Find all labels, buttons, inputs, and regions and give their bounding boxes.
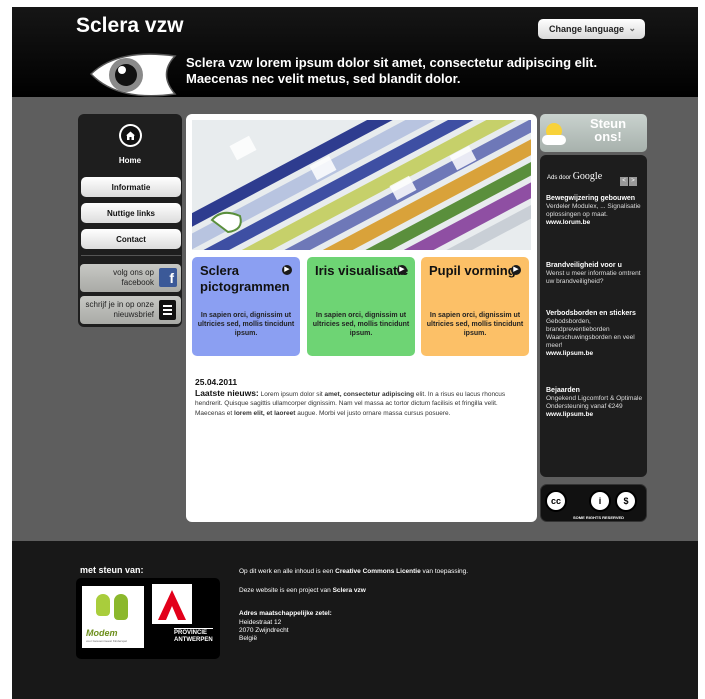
ad-title: Bewegwijzering gebouwen (546, 195, 636, 202)
creative-commons-badge[interactable]: cc i $ SOME RIGHTS RESERVED (540, 484, 647, 522)
modem-subtitle: voor Gewoonmeest Kinderspel (86, 639, 128, 643)
ads-navigation: < > (619, 169, 637, 187)
news-lead: Laatste nieuws: (195, 388, 259, 398)
newsletter-button[interactable]: schrijf je in op onze nieuwsbrief (80, 296, 181, 324)
steun-ons-label: Steun ons! (589, 116, 627, 144)
met-steun-label: met steun van: (80, 565, 144, 575)
ad-title: Brandveiligheid voor u (546, 262, 622, 269)
nav-nuttige-links[interactable]: Nuttige links (81, 203, 181, 223)
hero-image (192, 120, 531, 250)
chevron-down-icon: ⌄ (628, 23, 636, 33)
noncommercial-icon: $ (615, 490, 637, 512)
ad-item[interactable]: Bewegwijzering gebouwen Verdeler Modulex… (546, 195, 644, 227)
arrow-right-icon: ▶ (511, 265, 521, 275)
cloud-icon (542, 135, 566, 145)
page-frame: Sclera vzw Change language ⌄ Sclera vzw … (12, 7, 698, 699)
ads-prev-button[interactable]: < (620, 177, 628, 186)
news-date: 25.04.2011 (195, 377, 238, 387)
home-link[interactable]: Home (78, 156, 182, 165)
tile-iris-visualisatie[interactable]: Iris visualisatie ▶ In sapien orci, dign… (307, 257, 415, 356)
address-line-3: België (239, 635, 258, 642)
ad-text: Ongekend Ligcomfort & Optimale Ondersteu… (546, 395, 643, 410)
news-bold-2: lorem elit, et laoreet (234, 409, 296, 417)
arrow-right-icon: ▶ (397, 265, 407, 275)
ad-url: www.lipsum.be (546, 411, 594, 418)
antwerpen-label: ANTWERPEN (174, 637, 213, 643)
some-rights-reserved: SOME RIGHTS RESERVED (573, 515, 625, 520)
facebook-icon: f (159, 268, 177, 287)
ad-item[interactable]: Verbodsborden en stickers Gebodsborden, … (546, 310, 644, 358)
nav-divider (81, 255, 181, 256)
news-text-1: Lorem ipsum dolor sit (258, 391, 325, 398)
provincie-mark-icon (158, 590, 186, 620)
nav-informatie[interactable]: Informatie (81, 177, 181, 197)
project-statement: Deze website is een project van Sclera v… (239, 587, 366, 594)
ads-by-label: Ads door (547, 175, 572, 181)
attribution-icon: i (589, 490, 611, 512)
address-line-1: Heidestraat 12 (239, 619, 282, 626)
newsletter-label: schrijf je in op onze nieuwsbrief (85, 300, 154, 319)
arrow-right-icon: ▶ (282, 265, 292, 275)
cc-icon: cc (545, 490, 567, 512)
ad-title: Verbodsborden en stickers (546, 310, 636, 317)
ad-title: Bejaarden (546, 387, 580, 394)
home-icon[interactable] (119, 124, 142, 147)
footer: met steun van: Modem voor Gewoonmeest Ki… (12, 541, 698, 699)
change-language-button[interactable]: Change language ⌄ (538, 19, 645, 39)
ad-text: Verdeler Modulex, ... Signalisatie oplos… (546, 203, 641, 218)
site-title[interactable]: Sclera vzw (76, 14, 183, 38)
tile-pupil-vorming[interactable]: Pupil vorming ▶ In sapien orci, dignissi… (421, 257, 529, 356)
change-language-label: Change language (549, 24, 625, 34)
newsletter-icon (159, 300, 176, 320)
google-logo[interactable]: Google (573, 171, 602, 182)
partner-logos: Modem voor Gewoonmeest Kinderspel PROVIN… (76, 578, 220, 659)
ad-text: Wenst u meer informatie omtrent uw brand… (546, 270, 641, 285)
sclera-link[interactable]: Sclera vzw (333, 587, 366, 594)
nav-contact[interactable]: Contact (81, 229, 181, 249)
news-bold-1: amet, consectetur adipiscing (324, 391, 415, 398)
ad-item[interactable]: Brandveiligheid voor u Wenst u meer info… (546, 262, 644, 286)
address-line-2: 2070 Zwijndrecht (239, 627, 289, 634)
tile-title: Iris visualisatie (315, 263, 409, 278)
address-title: Adres maatschappelijke zetel: (239, 610, 332, 617)
facebook-label: volg ons op facebook (113, 268, 154, 287)
provincie-label: PROVINCIE (174, 630, 208, 636)
ads-next-button[interactable]: > (629, 177, 637, 186)
tile-text: In sapien orci, dignissim ut ultricies s… (426, 312, 524, 337)
license-link[interactable]: Creative Commons Licentie (335, 568, 421, 575)
tile-title: Pupil vorming (429, 263, 516, 278)
ad-text: Gebodsborden, brandpreventieborden Waars… (546, 318, 635, 349)
license-statement: Op dit werk en alle inhoud is een Creati… (239, 568, 469, 575)
modem-logo[interactable]: Modem voor Gewoonmeest Kinderspel (82, 586, 144, 648)
ad-url: www.lorum.be (546, 219, 591, 226)
tagline: Sclera vzw lorem ipsum dolor sit amet, c… (186, 55, 598, 86)
provincie-antwerpen-logo[interactable]: PROVINCIE ANTWERPEN (152, 584, 213, 649)
facebook-button[interactable]: volg ons op facebook f (80, 264, 181, 292)
left-navigation: Home Informatie Nuttige links Contact vo… (78, 114, 182, 327)
news-text: Laatste nieuws: Lorem ipsum dolor sit am… (195, 388, 529, 418)
news-text-3: augue. Morbi vel justo ornare massa curs… (295, 409, 451, 417)
eye-logo[interactable] (88, 48, 178, 100)
house-icon (126, 131, 135, 140)
steun-ons-button[interactable]: Steun ons! (540, 114, 647, 152)
ad-url: www.lipsum.be (546, 350, 594, 357)
ads-header: Ads door Google (547, 171, 602, 182)
main-content: Sclera pictogrammen ▶ In sapien orci, di… (186, 114, 537, 522)
ads-panel: Ads door Google < > Bewegwijzering gebouw… (540, 155, 647, 477)
ad-item[interactable]: Bejaarden Ongekend Ligcomfort & Optimale… (546, 387, 644, 419)
tile-sclera-pictogrammen[interactable]: Sclera pictogrammen ▶ In sapien orci, di… (192, 257, 300, 356)
tile-text: In sapien orci, dignissim ut ultricies s… (197, 312, 295, 337)
tile-text: In sapien orci, dignissim ut ultricies s… (312, 312, 410, 337)
modem-name: Modem (86, 628, 118, 638)
